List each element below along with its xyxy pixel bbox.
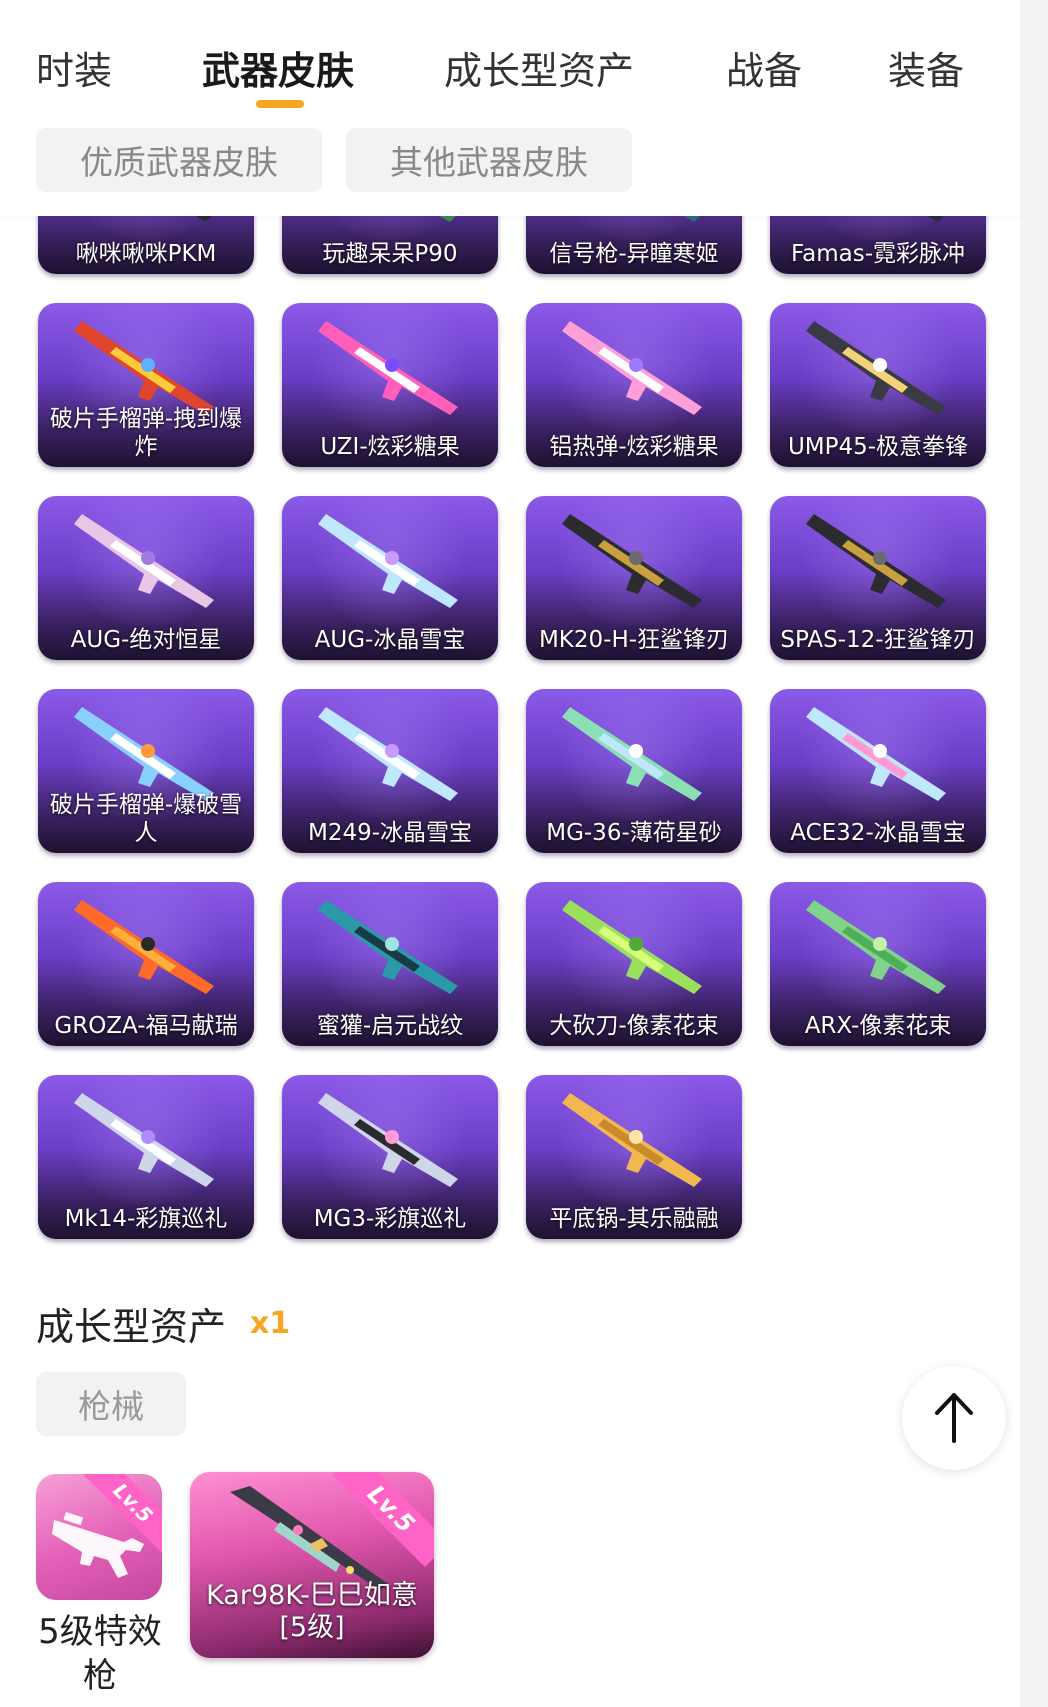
- weapon-skin-name: Famas-霓彩脉冲: [791, 241, 965, 267]
- weapon-skin-card[interactable]: MG-36-薄荷星砂: [526, 689, 742, 853]
- weapon-skin-icon: [318, 707, 458, 801]
- scrollbar-track: [1020, 0, 1048, 1707]
- weapon-skin-card[interactable]: ACE32-冰晶雪宝: [770, 689, 986, 853]
- weapon-skin-name: AUG-冰晶雪宝: [314, 627, 466, 653]
- weapon-skin-card[interactable]: AUG-冰晶雪宝: [282, 496, 498, 660]
- weapon-skin-name: ARX-像素花束: [804, 1013, 952, 1039]
- weapon-skin-name: 啾咪啾咪PKM: [75, 241, 217, 267]
- tab-growth-assets[interactable]: 成长型资产: [444, 40, 634, 95]
- weapon-skin-name: 平底锅-其乐融融: [549, 1206, 719, 1232]
- weapon-skin-icon: [806, 321, 946, 415]
- weapon-skin-card[interactable]: 平底锅-其乐融融: [526, 1075, 742, 1239]
- weapon-skin-name: MG-36-薄荷星砂: [546, 820, 722, 846]
- weapon-skin-name: MG3-彩旗巡礼: [313, 1206, 467, 1232]
- weapon-skin-name: ACE32-冰晶雪宝: [790, 820, 966, 846]
- weapon-skin-card[interactable]: MK20-H-狂鲨锋刃: [526, 496, 742, 660]
- weapon-skin-name: 破片手榴弹-爆破雪人: [49, 792, 243, 846]
- weapon-skin-icon: [562, 707, 702, 801]
- weapon-skin-card[interactable]: 大砍刀-像素花束: [526, 882, 742, 1046]
- weapon-skin-card[interactable]: ARX-像素花束: [770, 882, 986, 1046]
- weapon-skin-card[interactable]: GROZA-福马献瑞: [38, 882, 254, 1046]
- page: 啾咪啾咪PKM 玩趣呆呆P90 信号枪-异瞳寒姬 Famas-霓彩脉冲破片手榴弹-拽到…: [0, 0, 1048, 1707]
- growth-section-count: x1: [250, 1306, 291, 1341]
- weapon-skin-name: Mk14-彩旗巡礼: [64, 1206, 228, 1232]
- weapon-skin-icon: [806, 900, 946, 994]
- subtab-other-skins[interactable]: 其他武器皮肤: [346, 128, 632, 192]
- weapon-skin-icon: [318, 514, 458, 608]
- tab-fashion[interactable]: 时装: [36, 40, 112, 95]
- weapon-skin-card[interactable]: UZI-炫彩糖果: [282, 303, 498, 467]
- tab-equipment[interactable]: 装备: [888, 40, 964, 95]
- weapon-skin-icon: [562, 1093, 702, 1187]
- effect-gun-item[interactable]: Lv.5: [36, 1474, 162, 1600]
- weapon-skin-icon: [74, 900, 214, 994]
- weapon-skin-icon: [562, 900, 702, 994]
- weapon-skin-card[interactable]: MG3-彩旗巡礼: [282, 1075, 498, 1239]
- weapon-skin-name: 铝热弹-炫彩糖果: [549, 434, 719, 460]
- weapon-skin-card[interactable]: 蜜獾-启元战纹: [282, 882, 498, 1046]
- weapon-skin-name: SPAS-12-狂鲨锋刃: [780, 627, 976, 653]
- growth-section-title: 成长型资产: [36, 1305, 227, 1349]
- weapon-skin-icon: [806, 514, 946, 608]
- scroll-to-top-button[interactable]: [902, 1366, 1006, 1470]
- weapon-skin-name: AUG-绝对恒星: [70, 627, 222, 653]
- weapon-skin-name: 信号枪-异瞳寒姬: [549, 241, 719, 267]
- weapon-skin-card[interactable]: M249-冰晶雪宝: [282, 689, 498, 853]
- weapon-skin-icon: [74, 514, 214, 608]
- weapon-skin-card[interactable]: 铝热弹-炫彩糖果: [526, 303, 742, 467]
- active-tab-indicator: [256, 100, 304, 108]
- arrow-up-icon: [935, 1393, 973, 1443]
- weapon-skin-icon: [562, 514, 702, 608]
- weapon-skin-card[interactable]: SPAS-12-狂鲨锋刃: [770, 496, 986, 660]
- weapon-skin-icon: [318, 900, 458, 994]
- weapon-skin-name: UZI-炫彩糖果: [320, 434, 460, 460]
- weapon-skin-card[interactable]: 破片手榴弹-爆破雪人: [38, 689, 254, 853]
- weapon-skin-name: MK20-H-狂鲨锋刃: [538, 627, 730, 653]
- effect-gun-caption: 5级特效枪: [38, 1612, 162, 1696]
- weapon-skin-icon: [806, 707, 946, 801]
- weapon-skin-card[interactable]: 破片手榴弹-拽到爆炸: [38, 303, 254, 467]
- weapon-skin-name: M249-冰晶雪宝: [307, 820, 473, 846]
- weapon-skin-icon: [74, 1093, 214, 1187]
- weapon-skin-icon: [318, 1093, 458, 1187]
- category-tabs: 时装 武器皮肤 成长型资产 战备 装备: [0, 40, 1020, 120]
- category-header: 时装 武器皮肤 成长型资产 战备 装备 优质武器皮肤 其他武器皮肤: [0, 0, 1020, 216]
- tab-weapon-skins[interactable]: 武器皮肤: [202, 40, 354, 95]
- tab-combat-supplies[interactable]: 战备: [726, 40, 802, 95]
- weapon-skin-card[interactable]: Mk14-彩旗巡礼: [38, 1075, 254, 1239]
- weapon-skin-name: GROZA-福马献瑞: [54, 1013, 238, 1039]
- weapon-skin-name: UMP45-极意拳锋: [787, 434, 969, 460]
- weapon-skin-name: 大砍刀-像素花束: [549, 1013, 719, 1039]
- weapon-skin-icon: [562, 321, 702, 415]
- weapon-skin-name: 破片手榴弹-拽到爆炸: [49, 406, 243, 460]
- kar98k-asset-card[interactable]: Lv.5 Kar98K-巳巳如意[5级]: [190, 1472, 434, 1658]
- subtab-premium-skins[interactable]: 优质武器皮肤: [36, 128, 322, 192]
- weapon-skin-name: 蜜獾-启元战纹: [316, 1013, 464, 1039]
- weapon-skin-card[interactable]: UMP45-极意拳锋: [770, 303, 986, 467]
- filter-chip-firearms[interactable]: 枪械: [36, 1372, 186, 1436]
- asset-name: Kar98K-巳巳如意[5级]: [206, 1580, 418, 1643]
- weapon-skin-name: 玩趣呆呆P90: [322, 241, 458, 267]
- weapon-skin-icon: [318, 321, 458, 415]
- weapon-skin-card[interactable]: AUG-绝对恒星: [38, 496, 254, 660]
